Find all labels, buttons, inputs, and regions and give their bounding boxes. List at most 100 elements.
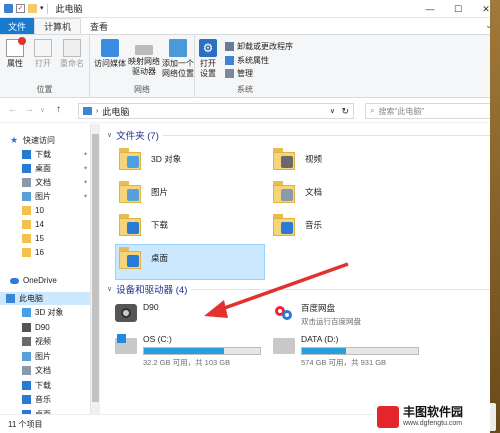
quick-access-toolbar: ✓ ▾ [0, 3, 48, 14]
device-d90[interactable]: D90 [115, 302, 159, 322]
folders-section-header[interactable]: ∨ 文件夹 (7) [107, 128, 497, 142]
up-arrow-icon[interactable]: ↑ [56, 104, 61, 115]
nav-item[interactable]: 图片 [0, 350, 90, 363]
forward-arrow-icon[interactable]: → [24, 104, 34, 115]
network-location-icon [169, 39, 187, 57]
breadcrumb-current[interactable]: 此电脑 [102, 105, 129, 118]
nav-item[interactable]: 视频 [0, 335, 90, 348]
scrollbar-thumb[interactable] [92, 134, 99, 402]
nav-item[interactable]: 图片 ✦ [0, 190, 90, 203]
pin-icon[interactable]: ✦ [83, 151, 88, 158]
nav-item[interactable]: 文档 [0, 364, 90, 377]
nav-item[interactable]: 音乐 [0, 393, 90, 406]
nav-this-pc[interactable]: 此电脑 [0, 292, 90, 305]
folder-item[interactable]: 桌面 [119, 245, 168, 271]
minimize-button[interactable]: — [416, 0, 444, 18]
drive-free-space: 32.2 GB 可用，共 103 GB [143, 358, 231, 367]
nav-item[interactable]: 14 [0, 218, 90, 231]
map-drive-label-1: 映射网络 [128, 57, 160, 66]
ribbon-tabs: 文件 计算机 查看 ⌄ [0, 18, 500, 34]
open-settings-label-2: 设置 [200, 69, 216, 78]
drive-d[interactable]: DATA (D:) 574 GB 可用，共 931 GB [273, 334, 419, 368]
nav-quick-access[interactable]: ★ 快速访问 [0, 134, 90, 147]
folder-item[interactable]: 下载 [119, 212, 168, 238]
camera-icon [22, 322, 31, 332]
open-settings-button[interactable]: ⚙ 打开 设置 [199, 39, 217, 79]
computer-icon [6, 294, 15, 303]
3d-objects-icon [22, 308, 31, 317]
title-bar: ✓ ▾ 此电脑 — ☐ ✕ [0, 0, 500, 18]
windows-drive-icon [115, 334, 137, 354]
rename-button[interactable]: 重命名 [60, 39, 84, 69]
maximize-button[interactable]: ☐ [444, 0, 472, 18]
drive-usage-bar [301, 347, 419, 355]
item-count: 11 个项目 [8, 419, 43, 429]
ribbon-group-location: 属性 打开 重命名 位置 [0, 35, 90, 97]
manage-icon [225, 69, 234, 78]
drive-c[interactable]: OS (C:) 32.2 GB 可用，共 103 GB [115, 334, 261, 368]
dropdown-icon[interactable]: ▾ [40, 4, 44, 13]
nav-item[interactable]: 10 [0, 204, 90, 217]
tab-view[interactable]: 查看 [81, 18, 117, 34]
pin-icon[interactable]: ✦ [83, 193, 88, 200]
nav-item[interactable]: 3D 对象 [0, 306, 90, 319]
system-properties-button[interactable]: 系统属性 [225, 55, 269, 66]
nav-label: 文档 [35, 366, 51, 375]
navigation-pane: ★ 快速访问 下载 ✦ 桌面 ✦ 文档 ✦ 图片 ✦ 10 14 15 16 OneDrive 此电脑… [0, 124, 90, 414]
folder-item[interactable]: 图片 [119, 179, 168, 205]
tab-computer[interactable]: 计算机 [34, 18, 82, 34]
explorer-window: ✓ ▾ 此电脑 — ☐ ✕ 文件 计算机 查看 ⌄ 属性 打开 重命名 位置 访… [0, 0, 500, 433]
open-button[interactable]: 打开 [34, 39, 52, 69]
nav-scrollbar[interactable] [90, 124, 100, 414]
access-media-button[interactable]: 访问媒体 [94, 39, 126, 69]
nav-item[interactable]: 文档 ✦ [0, 176, 90, 189]
nav-item[interactable]: 15 [0, 232, 90, 245]
download-icon [119, 212, 145, 238]
recent-locations-icon[interactable]: ∨ [40, 106, 45, 114]
nav-label: 下载 [35, 380, 51, 390]
refresh-icon[interactable]: ↻ [341, 106, 349, 117]
uninstall-programs-button[interactable]: 卸载或更改程序 [225, 41, 293, 52]
baidu-netdisk-icon [273, 306, 295, 322]
device-subtitle: 双击运行百度网盘 [301, 317, 361, 326]
folder-label: 下载 [151, 220, 169, 230]
open-settings-label-1: 打开 [200, 59, 216, 68]
nav-onedrive[interactable]: OneDrive [0, 274, 90, 287]
folder-item[interactable]: 3D 对象 [119, 146, 181, 172]
music-icon [273, 212, 299, 238]
nav-item[interactable]: 桌面 ✦ [0, 162, 90, 175]
address-box[interactable]: › 此电脑 ∨ ↻ [78, 103, 354, 119]
new-folder-icon[interactable] [28, 4, 37, 13]
search-box[interactable]: ⌕ 搜索"此电脑" [365, 103, 491, 119]
group-label-location: 位置 [36, 85, 53, 94]
folder-item[interactable]: 音乐 [273, 212, 322, 238]
picture-icon [22, 192, 31, 201]
drive-usage-bar [143, 347, 261, 355]
manage-button[interactable]: 管理 [225, 68, 253, 79]
content-pane: ∨ 文件夹 (7) 3D 对象 视频图片 文档下载 音乐桌面 ∨ 设备和驱动器 (4)… [101, 124, 500, 414]
address-bar-row: ← → ∨ ↑ › 此电脑 ∨ ↻ ⌕ 搜索"此电脑" [0, 99, 500, 123]
properties-button[interactable]: 属性 [6, 37, 26, 69]
back-arrow-icon[interactable]: ← [8, 104, 18, 115]
folder-item[interactable]: 视频 [273, 146, 322, 172]
nav-item[interactable]: D90 [0, 321, 90, 334]
watermark-logo-icon [377, 406, 399, 428]
pin-icon[interactable]: ✦ [83, 179, 88, 186]
add-network-location-button[interactable]: 添加一个 网络位置 [162, 39, 194, 79]
map-drive-button[interactable]: 映射网络 驱动器 [128, 39, 160, 77]
folder-label: 视频 [305, 154, 323, 164]
nav-item[interactable]: 下载 [0, 379, 90, 392]
devices-section-header[interactable]: ∨ 设备和驱动器 (4) [107, 282, 497, 296]
checkbox-icon[interactable]: ✓ [16, 4, 25, 13]
folder-item[interactable]: 文档 [273, 179, 322, 205]
address-dropdown-icon[interactable]: ∨ [330, 107, 335, 115]
tab-file[interactable]: 文件 [0, 18, 35, 34]
nav-label: 图片 [35, 351, 51, 361]
collapse-icon: ∨ [107, 286, 113, 293]
drive-label: OS (C:) [143, 334, 172, 344]
device-baidu[interactable]: 百度网盘 双击运行百度网盘 [273, 302, 361, 327]
pin-icon[interactable]: ✦ [83, 165, 88, 172]
nav-item[interactable]: 16 [0, 246, 90, 259]
rename-label: 重命名 [60, 59, 84, 68]
nav-item[interactable]: 下载 ✦ [0, 148, 90, 161]
